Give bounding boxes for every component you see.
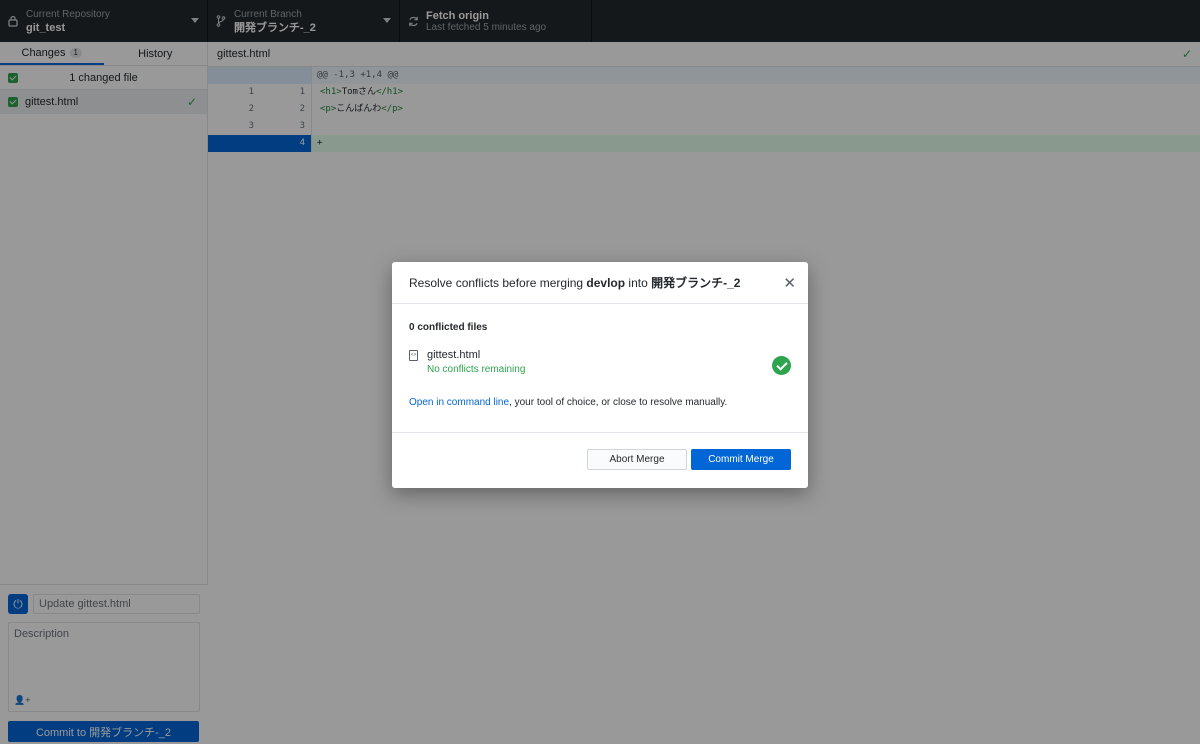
target-branch: 開発ブランチ-_2 [651,276,741,290]
merge-conflicts-dialog: Resolve conflicts before merging devlop … [392,262,808,488]
conflict-status: No conflicts remaining [427,364,526,375]
commit-merge-button[interactable]: Commit Merge [691,449,791,470]
dialog-footer: Abort Merge Commit Merge [392,432,808,488]
open-command-line-link[interactable]: Open in command line [409,397,509,408]
conflicted-files-count: 0 conflicted files [409,322,488,333]
title-mid: into [625,276,652,290]
resolve-instructions: Open in command line, your tool of choic… [409,397,791,408]
title-prefix: Resolve conflicts before merging [409,276,587,290]
dialog-title: Resolve conflicts before merging devlop … [409,274,740,291]
close-icon[interactable]: ✕ [783,274,796,292]
dialog-header: Resolve conflicts before merging devlop … [392,262,808,304]
abort-merge-button[interactable]: Abort Merge [587,449,687,470]
check-circle-icon [772,356,791,375]
source-branch: devlop [586,276,626,290]
instructions-text: , your tool of choice, or close to resol… [509,397,728,408]
conflicted-file-name: gittest.html [427,349,481,361]
file-code-icon: <> [409,350,418,361]
conflicted-file-item: <> gittest.html No conflicts remaining [409,349,791,379]
